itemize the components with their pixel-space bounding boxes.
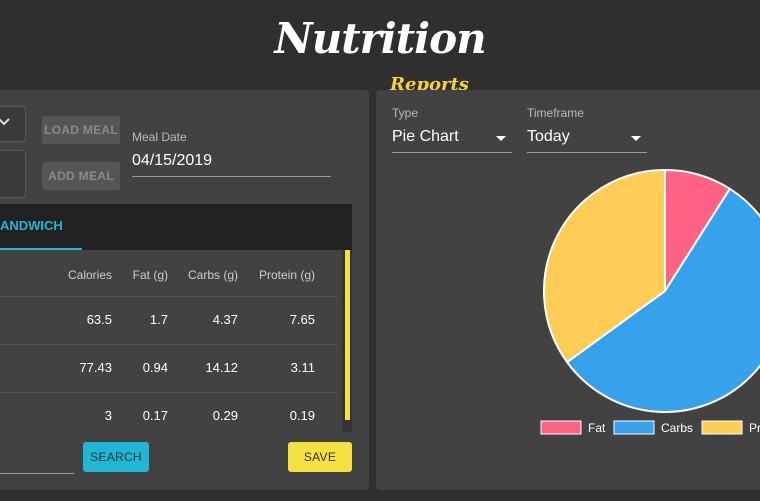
table-cell: 0.17 bbox=[142, 408, 168, 423]
chevron-down-icon bbox=[0, 118, 10, 126]
nutrition-table: Calories Fat (g) Carbs (g) Protein (g) 6… bbox=[0, 250, 352, 432]
table-cell: 63.5 bbox=[86, 312, 112, 327]
table-cell: 7.65 bbox=[289, 312, 315, 327]
reports-panel: Type Pie Chart Timeframe Today Fat Carbs P… bbox=[376, 90, 760, 490]
table-cell: 14.12 bbox=[205, 360, 238, 375]
legend-label-pr[interactable]: Pr bbox=[749, 421, 760, 435]
column-header-calories: Calories bbox=[67, 268, 112, 282]
table-scrollbar[interactable] bbox=[342, 250, 352, 432]
add-meal-button[interactable]: ADD MEAL bbox=[42, 162, 120, 190]
table-cell: 0.19 bbox=[289, 408, 315, 423]
meal-tabs: ANDWICH bbox=[0, 204, 352, 250]
legend-swatch-fat[interactable] bbox=[540, 420, 582, 435]
meal-date-field[interactable]: 04/15/2019 bbox=[132, 152, 331, 177]
search-input[interactable] bbox=[0, 473, 74, 474]
table-cell: 0.94 bbox=[142, 360, 168, 375]
table-cell: 0.29 bbox=[212, 408, 238, 423]
column-header-protein: Protein (g) bbox=[258, 268, 315, 282]
table-cell: 77.43 bbox=[79, 360, 112, 375]
table-divider bbox=[0, 392, 338, 393]
legend-label-carbs[interactable]: Carbs bbox=[661, 421, 693, 435]
table-divider bbox=[0, 344, 338, 345]
save-button[interactable]: SAVE bbox=[288, 442, 352, 472]
meal-select[interactable] bbox=[0, 106, 26, 142]
column-header-carbs: Carbs (g) bbox=[187, 268, 238, 282]
table-cell: 3.11 bbox=[290, 360, 315, 375]
meal-panel: LOAD MEAL ADD MEAL Meal Date 04/15/2019 … bbox=[0, 90, 369, 490]
table-cell: 4.37 bbox=[212, 312, 238, 327]
pie-chart: Fat Carbs Pr bbox=[540, 168, 760, 435]
table-divider bbox=[0, 296, 338, 297]
load-meal-button[interactable]: LOAD MEAL bbox=[42, 116, 120, 144]
scroll-thumb[interactable] bbox=[345, 250, 350, 420]
tab-sandwich[interactable]: ANDWICH bbox=[0, 204, 82, 250]
legend-label-fat[interactable]: Fat bbox=[588, 421, 606, 435]
search-button[interactable]: SEARCH bbox=[83, 442, 149, 472]
food-input[interactable] bbox=[0, 150, 26, 198]
column-header-fat: Fat (g) bbox=[132, 268, 168, 282]
table-cell: 1.7 bbox=[149, 312, 168, 327]
app-title: Nutrition bbox=[274, 14, 486, 63]
table-cell: 3 bbox=[104, 408, 112, 423]
legend-swatch-pr[interactable] bbox=[701, 420, 743, 435]
meal-date-label: Meal Date bbox=[132, 130, 187, 144]
legend-swatch-carbs[interactable] bbox=[613, 420, 655, 435]
